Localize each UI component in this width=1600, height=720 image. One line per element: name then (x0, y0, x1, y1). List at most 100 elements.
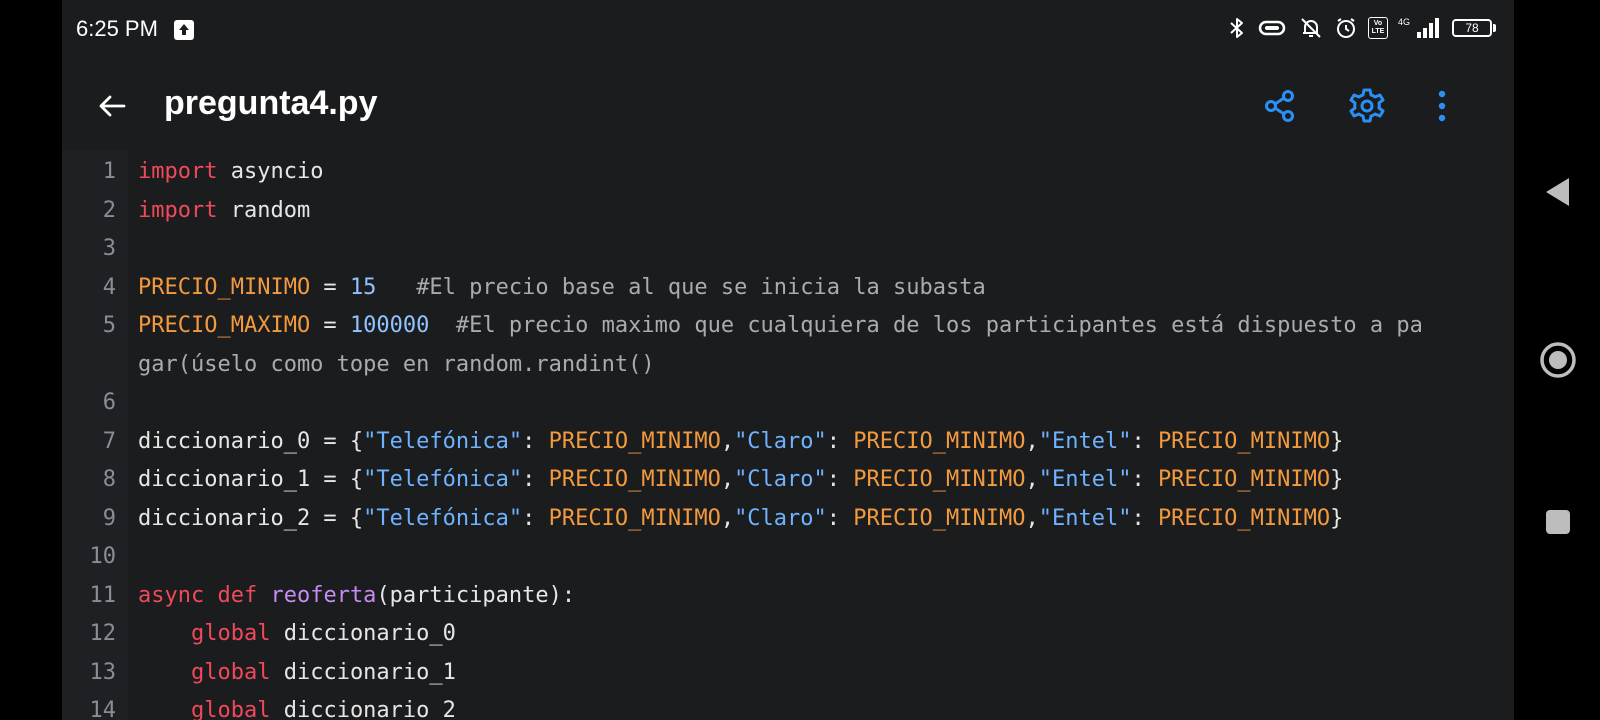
line-number: 1 (102, 159, 116, 184)
code-line[interactable]: 4 PRECIO_MINIMO = 15 #El precio base al q… (62, 269, 1514, 307)
line-number: 6 (102, 390, 116, 415)
line-number: 2 (102, 197, 116, 223)
code-token: = (310, 274, 350, 300)
line-number: 10 (89, 544, 117, 569)
gear-icon (1349, 88, 1385, 123)
code-token: : (826, 505, 854, 531)
code-line[interactable]: 13 global diccionario_1 (62, 654, 1514, 692)
bluetooth-icon (1228, 16, 1246, 40)
triangle-back-icon (1546, 178, 1569, 206)
share-button[interactable] (1256, 82, 1304, 130)
code-token: "Telefónica" (363, 428, 523, 454)
circle-home-icon (1540, 342, 1576, 378)
code-line[interactable]: 3 (62, 230, 1514, 268)
line-number: 13 (89, 659, 117, 685)
code-token: PRECIO_MINIMO (853, 428, 1026, 454)
code-token: "Telefónica" (363, 505, 523, 531)
code-token: #El precio base al que se inicia la suba… (416, 274, 986, 300)
status-icons: Vo LTE 4G 78 (1228, 16, 1496, 40)
line-code: PRECIO_MAXIMO = 100000 #El precio maximo… (138, 307, 1423, 345)
code-token: : (826, 428, 854, 454)
code-token: 100000 (349, 313, 430, 338)
code-token: PRECIO_MINIMO (1157, 467, 1331, 492)
nav-back-button[interactable] (1536, 170, 1580, 214)
code-token: PRECIO_MINIMO (1157, 428, 1331, 454)
code-token: PRECIO_MINIMO (548, 428, 721, 454)
code-token: (participante): (376, 582, 576, 608)
code-token: : (522, 505, 549, 531)
square-recents-icon (1546, 510, 1570, 534)
line-code: async def reoferta(participante): (138, 577, 575, 615)
code-token: "Entel" (1038, 428, 1132, 454)
signal-icon (1416, 17, 1442, 39)
code-line[interactable]: 6 (62, 384, 1514, 422)
mute-bell-icon (1298, 16, 1324, 40)
line-code: diccionario_2 = {"Telefónica": PRECIO_MI… (138, 500, 1343, 538)
code-token: , (1025, 505, 1039, 531)
line-code: global diccionario_1 (138, 654, 456, 692)
code-token: global (190, 659, 271, 685)
battery-icon: 78 (1452, 19, 1496, 37)
line-number: 7 (102, 428, 116, 454)
code-line[interactable]: 5 PRECIO_MAXIMO = 100000 #El precio maxim… (62, 307, 1514, 345)
arrow-left-icon (99, 95, 126, 117)
code-token: "Entel" (1038, 467, 1132, 492)
code-line[interactable]: 14 global diccionario_2 (62, 692, 1514, 720)
code-token: #El precio maximo que cualquiera de los … (455, 313, 1423, 338)
code-token: : (522, 467, 549, 492)
code-token: asyncio (217, 159, 324, 184)
code-line[interactable]: gar(úselo como tope en random.randint() (62, 346, 1514, 384)
code-token: PRECIO_MINIMO (853, 467, 1026, 492)
line-number: 14 (89, 698, 117, 720)
nav-recents-button[interactable] (1536, 500, 1580, 544)
nav-home-button[interactable] (1536, 338, 1580, 382)
code-token: random (217, 197, 311, 223)
file-title: pregunta4.py (164, 84, 378, 122)
code-line[interactable]: 12 global diccionario_0 (62, 615, 1514, 653)
phone-screen: 6:25 PM Vo LTE 4G 78 pregunta4.py 1 impo… (62, 0, 1514, 720)
code-token: "Claro" (734, 505, 827, 531)
code-editor[interactable]: 1 import asyncio 2 import random 3 4 PRECIO_MI… (62, 150, 1514, 720)
line-code: gar(úselo como tope en random.randint() (138, 346, 655, 384)
vibration-link-icon (1256, 16, 1288, 40)
settings-button[interactable] (1343, 82, 1391, 130)
line-number: 9 (102, 505, 116, 531)
network-type: 4G (1397, 17, 1410, 27)
line-number: 5 (102, 313, 116, 338)
code-line[interactable]: 2 import random (62, 192, 1514, 230)
code-token: PRECIO_MINIMO (853, 505, 1026, 531)
line-number: 12 (89, 621, 117, 646)
code-token: reoferta (270, 582, 377, 608)
alarm-icon (1334, 16, 1358, 40)
code-token: = (310, 313, 350, 338)
code-token: , (720, 467, 735, 492)
code-token: async def (138, 582, 258, 608)
code-token: global (190, 621, 271, 646)
line-code: diccionario_1 = {"Telefónica": PRECIO_MI… (138, 461, 1343, 499)
code-token: , (1025, 428, 1039, 454)
back-button[interactable] (90, 84, 134, 128)
code-token: , (1025, 467, 1039, 492)
more-vertical-icon (1438, 90, 1446, 122)
code-line[interactable]: 10 (62, 538, 1514, 576)
code-token: : (1131, 467, 1158, 492)
line-code: PRECIO_MINIMO = 15 #El precio base al qu… (138, 269, 986, 307)
code-token: , (720, 505, 735, 531)
code-line[interactable]: 8 diccionario_1 = {"Telefónica": PRECIO_M… (62, 461, 1514, 499)
code-token: global (190, 698, 271, 720)
more-options-button[interactable] (1418, 82, 1466, 130)
code-line[interactable]: 1 import asyncio (62, 153, 1514, 191)
status-bar: 6:25 PM Vo LTE 4G 78 (62, 0, 1514, 62)
share-icon (1265, 90, 1294, 122)
code-line[interactable]: 7 diccionario_0 = {"Telefónica": PRECIO_M… (62, 423, 1514, 461)
code-line[interactable]: 9 diccionario_2 = {"Telefónica": PRECIO_M… (62, 500, 1514, 538)
line-number: 8 (102, 467, 116, 492)
upload-notification-icon (174, 20, 194, 40)
code-token: PRECIO_MINIMO (1157, 505, 1331, 531)
code-line[interactable]: 11 async def reoferta(participante): (62, 577, 1514, 615)
